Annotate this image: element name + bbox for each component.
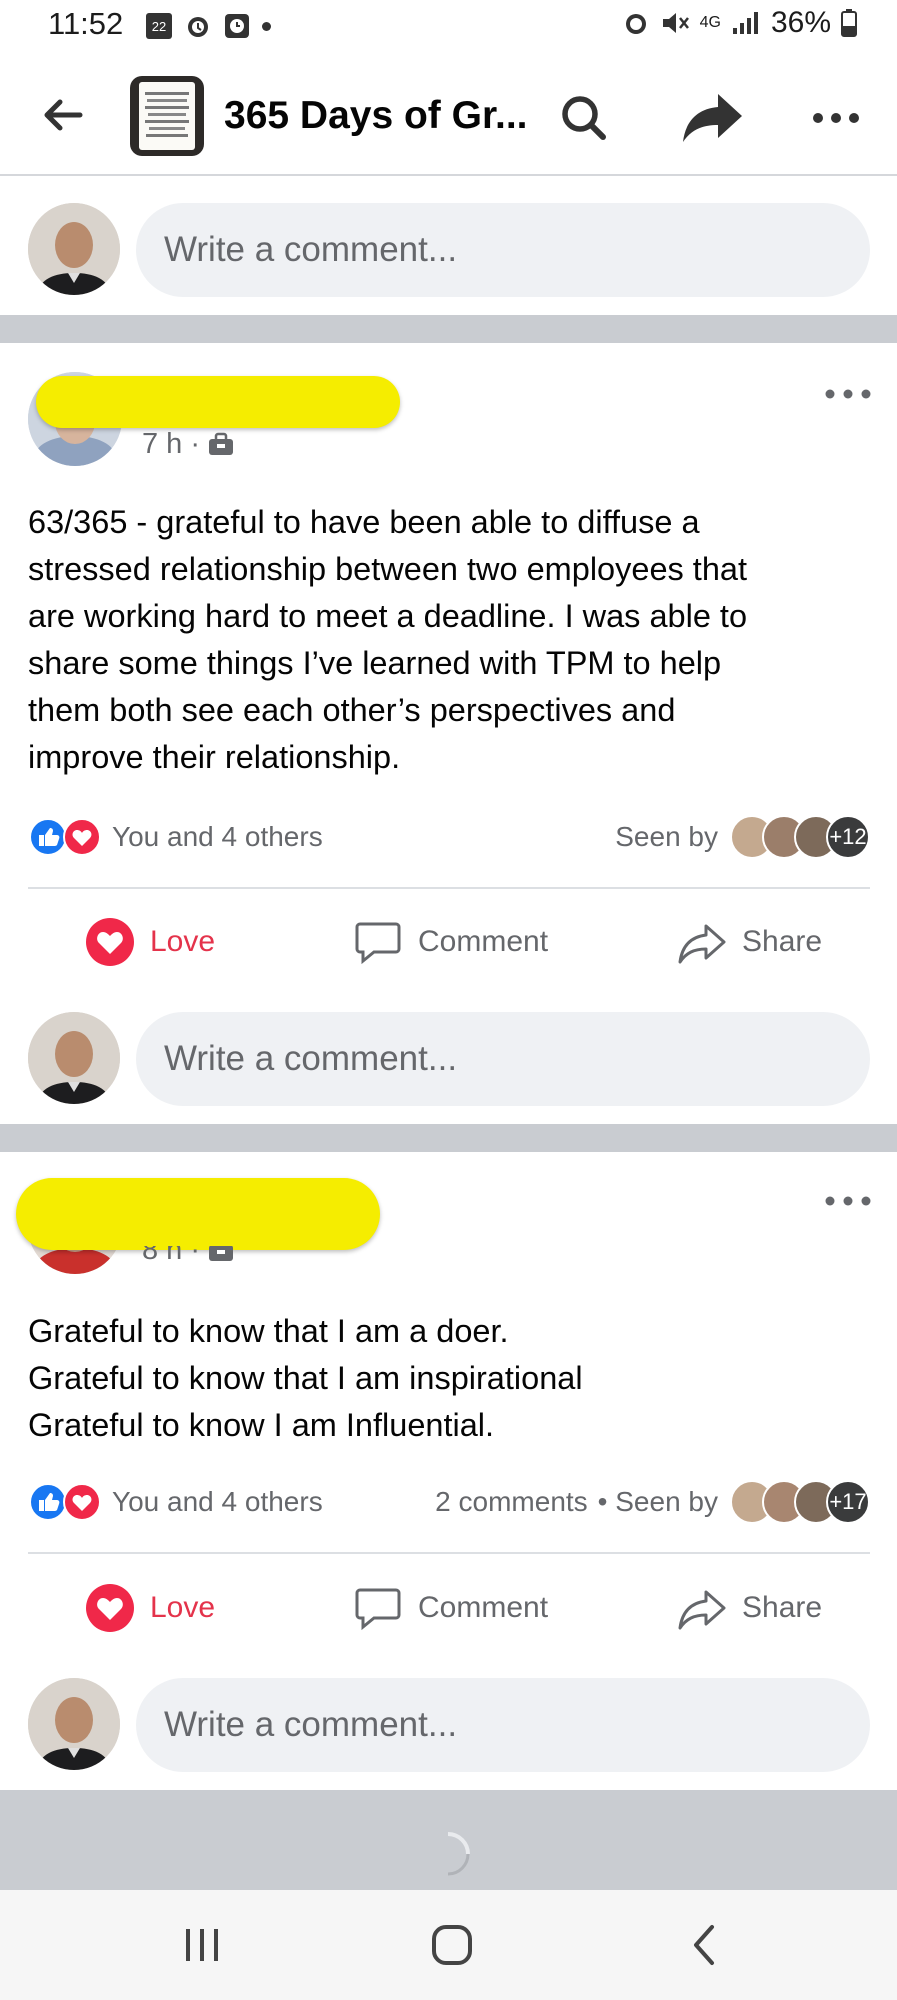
seen-by-avatars[interactable]: +17 xyxy=(730,1480,870,1524)
love-icon xyxy=(86,1584,134,1632)
love-icon xyxy=(86,918,134,966)
comment-icon xyxy=(355,1588,401,1631)
battery-percent: 36% xyxy=(770,6,831,39)
comment-input[interactable]: Write a comment... xyxy=(136,203,870,297)
share-label: Share xyxy=(742,1591,823,1624)
post-text-line: Grateful to know that I am inspirational xyxy=(28,1360,583,1396)
alarm-icon xyxy=(188,17,208,37)
group-privacy-icon xyxy=(209,432,234,455)
alarm-icon xyxy=(625,14,646,34)
signal-icon xyxy=(732,12,758,34)
post-time: 7 h · xyxy=(142,428,236,461)
user-avatar[interactable] xyxy=(28,1678,120,1770)
post-text: 63/365 - grateful to have been able to d… xyxy=(28,499,874,781)
reaction-icons[interactable] xyxy=(28,1482,102,1522)
post-more-options-icon[interactable] xyxy=(818,379,878,409)
search-icon[interactable] xyxy=(556,90,612,146)
network-type-label: 4G xyxy=(699,14,721,31)
love-reaction-icon xyxy=(63,1483,101,1521)
notification-dot-icon xyxy=(262,21,271,31)
share-icon xyxy=(678,1590,726,1630)
mute-icon xyxy=(662,13,689,33)
status-bar: 11:52 22 4G 36% xyxy=(0,0,897,56)
love-button[interactable]: Love xyxy=(84,914,215,970)
comment-icon xyxy=(355,922,401,965)
seen-by-avatars: +12 xyxy=(730,815,870,859)
calendar-icon: 22 xyxy=(146,13,172,39)
post-text-line: Grateful to know that I am a doer. xyxy=(28,1313,509,1349)
share-button[interactable]: Share xyxy=(676,914,822,970)
share-arrow-icon[interactable] xyxy=(680,90,744,146)
share-button[interactable]: Share xyxy=(676,1580,822,1636)
more-options-icon[interactable] xyxy=(808,100,864,136)
comment-label: Comment xyxy=(418,1591,549,1624)
post-meta: 2 comments • Seen by +17 xyxy=(435,1480,870,1524)
post-text-line: 63/365 - grateful to have been able to d… xyxy=(28,504,700,540)
post-separator xyxy=(28,887,870,889)
post-text-line: are working hard to meet a deadline. I w… xyxy=(28,598,748,634)
loading-spinner-icon xyxy=(447,1832,470,1876)
post-text-line: improve their relationship. xyxy=(28,739,401,775)
redacted-author-name xyxy=(36,376,400,428)
reaction-count[interactable]: You and 4 others xyxy=(112,821,323,853)
seen-by-label: Seen by xyxy=(615,821,718,852)
love-button[interactable]: Love xyxy=(84,1580,215,1636)
comment-input[interactable]: Write a comment... xyxy=(136,1678,870,1772)
reactions-summary: You and 4 others 2 comments • Seen by +1… xyxy=(28,1480,870,1524)
post-text: Grateful to know that I am a doer. Grate… xyxy=(28,1308,874,1449)
back-arrow-icon[interactable] xyxy=(40,92,86,138)
home-icon[interactable] xyxy=(430,1923,474,1967)
status-time: 11:52 xyxy=(48,6,124,41)
redacted-author-name xyxy=(16,1178,380,1250)
post-text-line: share some things I’ve learned with TPM … xyxy=(28,645,722,681)
recent-apps-icon[interactable] xyxy=(182,1925,222,1965)
comment-label: Comment xyxy=(418,925,549,958)
seen-extra-count: +17 xyxy=(826,1480,870,1524)
seen-by-label[interactable]: • Seen by xyxy=(598,1486,718,1518)
comment-count[interactable]: 2 comments xyxy=(435,1486,588,1518)
section-divider xyxy=(0,1124,897,1152)
seen-by[interactable]: Seen by +12 xyxy=(615,815,870,859)
status-left-icons: 22 xyxy=(146,12,271,40)
comment-input[interactable]: Write a comment... xyxy=(136,1012,870,1106)
group-privacy-icon xyxy=(209,1246,234,1261)
comment-button[interactable]: Comment xyxy=(352,1580,548,1636)
battery-icon xyxy=(841,9,857,37)
post-text-line: them both see each other’s perspectives … xyxy=(28,692,676,728)
reactions-summary: You and 4 others Seen by +12 xyxy=(28,815,870,859)
clock-app-icon xyxy=(225,14,249,38)
post-text-line: Grateful to know I am Influential. xyxy=(28,1407,495,1443)
system-nav-bar xyxy=(0,1890,897,2000)
share-label: Share xyxy=(742,925,823,958)
love-label: Love xyxy=(150,1591,216,1624)
user-avatar[interactable] xyxy=(28,203,120,295)
app-header: 365 Days of Gr... xyxy=(0,60,897,176)
comment-button[interactable]: Comment xyxy=(352,914,548,970)
share-icon xyxy=(678,924,726,964)
loading-area xyxy=(0,1790,897,1890)
user-avatar[interactable] xyxy=(28,1012,120,1104)
group-avatar-quote-card xyxy=(139,82,195,150)
page-title[interactable]: 365 Days of Gr... xyxy=(224,94,528,138)
seen-extra-count: +12 xyxy=(826,815,870,859)
post-more-options-icon[interactable] xyxy=(818,1186,878,1216)
post-separator xyxy=(28,1552,870,1554)
back-nav-icon[interactable] xyxy=(688,1923,718,1967)
post-time: 8 h · xyxy=(142,1246,236,1268)
status-right-icons: 4G 36% xyxy=(622,6,857,40)
group-avatar[interactable] xyxy=(130,76,204,156)
love-label: Love xyxy=(150,925,216,958)
section-divider xyxy=(0,315,897,343)
love-reaction-icon xyxy=(63,818,101,856)
post-text-line: stressed relationship between two employ… xyxy=(28,551,748,587)
reaction-count[interactable]: You and 4 others xyxy=(112,1486,323,1518)
reaction-icons[interactable] xyxy=(28,817,102,857)
